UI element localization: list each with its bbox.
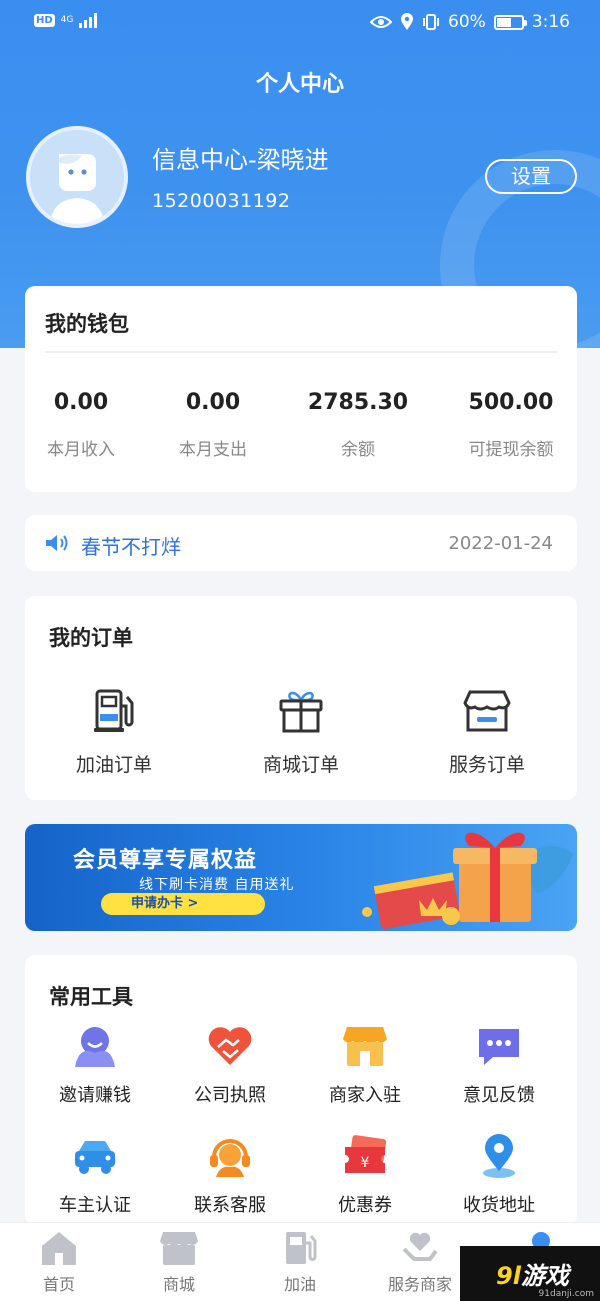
order-service[interactable]: 服务订单 xyxy=(417,686,557,777)
tab-mall[interactable]: 商城 xyxy=(124,1229,234,1295)
tool-label: 公司执照 xyxy=(194,1085,266,1106)
tab-label: 加油 xyxy=(283,1275,316,1294)
storefront-icon xyxy=(463,690,511,732)
signal-icon xyxy=(79,12,98,28)
watermark-url: 91danji.com xyxy=(538,1289,594,1299)
banner-subtitle: 线下刷卡消费 自用送礼 xyxy=(139,877,295,893)
wallet-stat-income[interactable]: 0.00 本月收入 xyxy=(33,390,129,460)
tab-label: 首页 xyxy=(42,1275,75,1294)
fuel-pump-icon xyxy=(94,689,134,732)
chat-bubble-icon xyxy=(479,1029,519,1065)
banner-title: 会员尊享专属权益 xyxy=(73,848,258,873)
invite-icon xyxy=(75,1027,115,1067)
stat-label: 本月收入 xyxy=(47,440,115,460)
order-label: 加油订单 xyxy=(75,754,152,776)
stat-value: 2785.30 xyxy=(307,390,409,415)
tool-invite[interactable]: 邀请赚钱 xyxy=(35,1023,155,1107)
gift-card-illustration xyxy=(362,832,573,929)
handshake-icon xyxy=(208,1027,252,1065)
network-type: 4G xyxy=(60,14,74,25)
wallet-stat-balance[interactable]: 2785.30 余额 xyxy=(295,390,421,460)
tab-label: 服务商家 xyxy=(387,1275,452,1294)
watermark-number: 9l xyxy=(496,1262,521,1290)
notice-bar[interactable]: 春节不打烊 2022-01-24 xyxy=(25,515,577,571)
order-label: 服务订单 xyxy=(448,754,525,776)
phone-number: 15200031192 xyxy=(152,190,291,212)
tool-label: 意见反馈 xyxy=(463,1085,535,1106)
tool-coupon[interactable]: ¥ 优惠券 xyxy=(305,1133,425,1217)
store-icon xyxy=(160,1232,198,1265)
tool-label: 联系客服 xyxy=(194,1195,266,1216)
tool-label: 邀请赚钱 xyxy=(59,1085,131,1106)
coupon-icon: ¥ xyxy=(345,1135,387,1173)
tools-title: 常用工具 xyxy=(49,985,133,1009)
stat-label: 余额 xyxy=(341,440,375,460)
watermark-logo: 9l游戏 91danji.com xyxy=(460,1246,600,1301)
speaker-icon xyxy=(46,535,68,551)
username: 信息中心-梁晓进 xyxy=(152,146,329,174)
tab-fuel[interactable]: 加油 xyxy=(245,1229,355,1295)
stat-value: 0.00 xyxy=(53,390,109,415)
tool-label: 优惠券 xyxy=(338,1195,392,1216)
orders-card: 我的订单 加油订单 商城订单 服务订单 xyxy=(25,596,577,800)
tools-card: 常用工具 邀请赚钱 公司执照 商家入驻 意见反馈 车主认证 联系客服 ¥ 优惠券… xyxy=(25,955,577,1225)
wallet-stat-withdrawable[interactable]: 500.00 可提现余额 xyxy=(449,390,573,460)
notice-date: 2022-01-24 xyxy=(448,533,553,554)
tool-customer-service[interactable]: 联系客服 xyxy=(170,1133,290,1217)
tool-feedback[interactable]: 意见反馈 xyxy=(439,1023,559,1107)
tool-label: 车主认证 xyxy=(59,1195,131,1216)
notice-text[interactable]: 春节不打烊 xyxy=(81,531,181,560)
gift-box-icon xyxy=(279,691,323,733)
vibrate-icon xyxy=(423,14,440,30)
tool-label: 商家入驻 xyxy=(329,1085,401,1106)
tool-label: 收货地址 xyxy=(463,1195,535,1216)
wallet-title: 我的钱包 xyxy=(45,312,129,336)
apply-card-button[interactable]: 申请办卡 > xyxy=(101,893,265,915)
orders-title: 我的订单 xyxy=(49,626,133,650)
order-fuel[interactable]: 加油订单 xyxy=(44,686,184,777)
wallet-stat-expense[interactable]: 0.00 本月支出 xyxy=(165,390,261,460)
battery-icon xyxy=(493,14,527,30)
stat-label: 本月支出 xyxy=(179,440,247,460)
tool-address[interactable]: 收货地址 xyxy=(439,1133,559,1217)
heart-hand-icon xyxy=(402,1232,438,1261)
page-title: 个人中心 xyxy=(255,72,344,97)
car-icon xyxy=(75,1141,115,1174)
avatar[interactable] xyxy=(26,126,128,228)
order-mall[interactable]: 商城订单 xyxy=(231,686,371,777)
eye-icon xyxy=(370,16,393,28)
membership-banner[interactable]: 会员尊享专属权益 线下刷卡消费 自用送礼 申请办卡 > xyxy=(25,824,577,931)
user-avatar-icon xyxy=(30,130,124,224)
tab-home[interactable]: 首页 xyxy=(4,1229,114,1295)
watermark-text: 游戏 xyxy=(520,1262,569,1290)
stat-value: 0.00 xyxy=(185,390,241,415)
battery-percent: 60% xyxy=(448,12,486,32)
hd-badge: HD xyxy=(34,13,55,27)
location-icon xyxy=(401,13,414,30)
headset-icon xyxy=(210,1139,250,1177)
status-bar: HD 4G 60% 3:16 xyxy=(0,0,600,46)
tool-merchant-join[interactable]: 商家入驻 xyxy=(305,1023,425,1107)
divider xyxy=(45,351,557,353)
svg-text:¥: ¥ xyxy=(361,1155,370,1171)
clock: 3:16 xyxy=(531,12,570,32)
settings-button[interactable]: 设置 xyxy=(485,159,577,194)
tab-label: 商城 xyxy=(162,1275,195,1294)
home-icon xyxy=(42,1232,76,1265)
tool-car-owner[interactable]: 车主认证 xyxy=(35,1133,155,1217)
stat-label: 可提现余额 xyxy=(468,440,554,460)
tool-license[interactable]: 公司执照 xyxy=(170,1023,290,1107)
tab-service-merchants[interactable]: 服务商家 xyxy=(365,1229,475,1295)
order-label: 商城订单 xyxy=(262,754,339,776)
location-pin-icon xyxy=(483,1134,515,1178)
shop-icon xyxy=(343,1027,387,1066)
stat-value: 500.00 xyxy=(468,390,554,415)
fuel-icon xyxy=(286,1232,317,1264)
wallet-card: 我的钱包 0.00 本月收入 0.00 本月支出 2785.30 余额 500.… xyxy=(25,286,577,492)
